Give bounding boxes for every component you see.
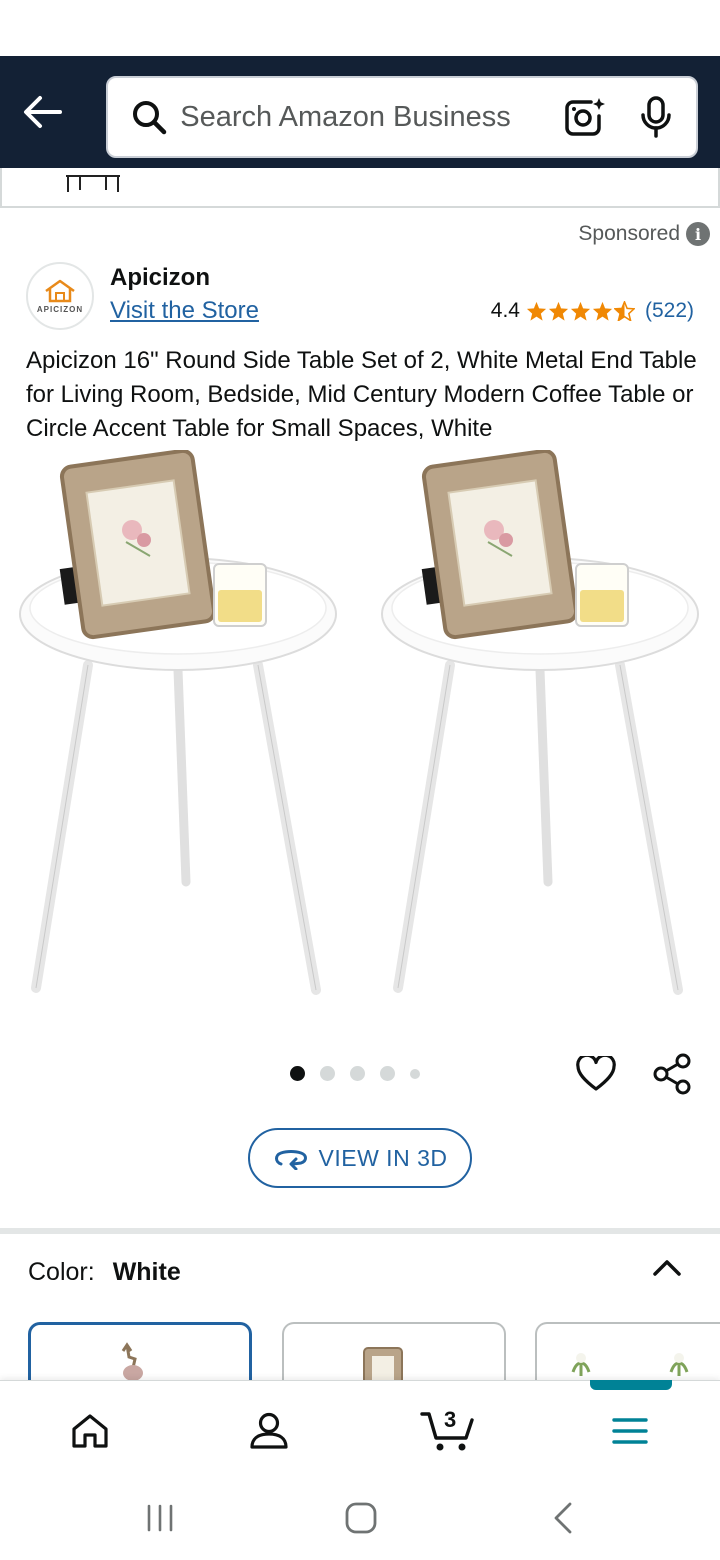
recents-icon <box>147 1504 173 1532</box>
nav-cart[interactable]: 3 <box>416 1401 480 1461</box>
menu-icon <box>612 1418 648 1444</box>
info-icon[interactable]: i <box>686 222 710 246</box>
pagination-dot[interactable] <box>410 1068 420 1079</box>
back-arrow-icon <box>24 96 62 128</box>
chevron-up-icon <box>653 1260 681 1276</box>
bottom-navigation: 3 <box>0 1380 720 1480</box>
system-back-button[interactable] <box>538 1498 588 1538</box>
top-bar <box>0 56 720 168</box>
previous-product-strip <box>0 168 720 208</box>
product-image[interactable] <box>0 448 720 1010</box>
rotate-3d-icon <box>274 1150 307 1170</box>
brand-name[interactable]: Apicizon <box>110 264 210 292</box>
brand-logo-text: APICIZON <box>36 304 84 314</box>
color-variation-header: Color: White <box>28 1258 181 1287</box>
product-title[interactable]: Apicizon 16" Round Side Table Set of 2, … <box>26 344 698 446</box>
share-button[interactable] <box>650 1052 694 1096</box>
status-bar <box>0 0 720 56</box>
recents-button[interactable] <box>135 1498 185 1538</box>
pagination-dot[interactable] <box>320 1066 335 1081</box>
pagination-dot[interactable] <box>380 1066 395 1081</box>
account-icon <box>250 1412 288 1449</box>
search-icon[interactable] <box>124 89 174 145</box>
camera-lens-icon[interactable] <box>557 87 611 147</box>
rating-count[interactable]: (522) <box>645 299 694 323</box>
star-icon <box>570 301 591 321</box>
search-input[interactable] <box>174 100 558 134</box>
rating-value: 4.4 <box>490 299 520 322</box>
star-icon <box>548 301 569 321</box>
view-in-3d-button[interactable]: VIEW IN 3D <box>248 1128 472 1188</box>
color-selected-value: White <box>112 1258 181 1286</box>
pagination-dot[interactable] <box>350 1066 365 1081</box>
search-box[interactable] <box>106 76 698 158</box>
side-table-left <box>19 448 337 995</box>
collapse-button[interactable] <box>644 1248 690 1288</box>
section-divider <box>0 1228 720 1234</box>
rating-stars <box>526 301 635 321</box>
visit-store-link[interactable]: Visit the Store <box>110 297 259 325</box>
brand-logo[interactable]: APICIZON <box>26 262 94 330</box>
back-button[interactable] <box>14 84 70 140</box>
share-icon <box>653 1053 691 1095</box>
nav-home[interactable] <box>58 1401 122 1461</box>
active-tab-indicator <box>590 1380 672 1390</box>
pagination-dot-active[interactable] <box>290 1066 305 1081</box>
side-table-right <box>381 448 699 995</box>
image-pagination[interactable] <box>290 1066 420 1081</box>
system-back-icon <box>554 1502 572 1534</box>
half-star-icon <box>613 301 635 321</box>
nav-account[interactable] <box>237 1401 301 1461</box>
heart-icon <box>576 1056 616 1091</box>
sponsored-text: Sponsored <box>578 222 680 245</box>
brand-house-icon <box>45 279 75 302</box>
view-in-3d-label: VIEW IN 3D <box>318 1144 448 1171</box>
rating[interactable]: 4.4 (522) <box>491 299 694 323</box>
microphone-icon[interactable] <box>633 87 678 147</box>
system-navigation-bar <box>0 1480 720 1560</box>
nav-menu[interactable] <box>598 1401 662 1461</box>
system-home-icon <box>345 1502 377 1534</box>
previous-product-thumbnail <box>66 175 120 192</box>
color-label: Color: <box>28 1258 95 1286</box>
star-icon <box>592 301 613 321</box>
wishlist-button[interactable] <box>574 1052 618 1096</box>
home-icon <box>72 1414 108 1448</box>
sponsored-label[interactable]: Sponsored i <box>578 222 710 246</box>
cart-count-badge: 3 <box>444 1407 457 1432</box>
star-icon <box>526 301 547 321</box>
system-home-button[interactable] <box>336 1498 386 1538</box>
